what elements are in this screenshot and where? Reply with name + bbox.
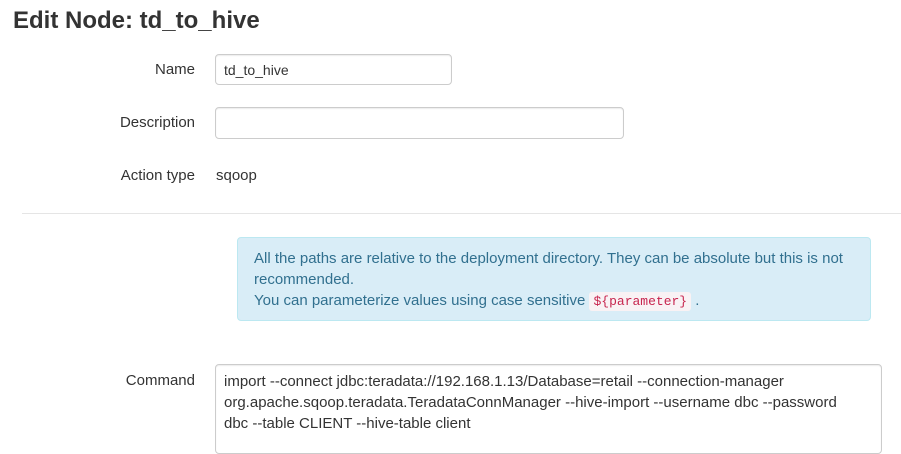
info-parameter-prefix: You can parameterize values using case s… xyxy=(254,292,586,309)
action-type-value: sqoop xyxy=(216,167,257,184)
section-divider xyxy=(22,213,901,214)
description-input[interactable] xyxy=(215,107,624,139)
action-type-label: Action type xyxy=(120,167,195,184)
name-input[interactable] xyxy=(215,54,452,85)
command-textarea[interactable]: import --connect jdbc:teradata://192.168… xyxy=(215,364,882,454)
info-parameter-suffix: . xyxy=(695,292,700,309)
info-paths-text: All the paths are relative to the deploy… xyxy=(254,250,843,288)
info-alert: All the paths are relative to the deploy… xyxy=(237,237,871,321)
description-label: Description xyxy=(119,114,195,131)
name-label: Name xyxy=(154,61,195,78)
info-parameter-text: You can parameterize values using case s… xyxy=(254,290,854,312)
page-title: Edit Node: td_to_hive xyxy=(13,7,260,34)
parameter-code: ${parameter} xyxy=(589,292,692,311)
command-label: Command xyxy=(125,372,195,389)
